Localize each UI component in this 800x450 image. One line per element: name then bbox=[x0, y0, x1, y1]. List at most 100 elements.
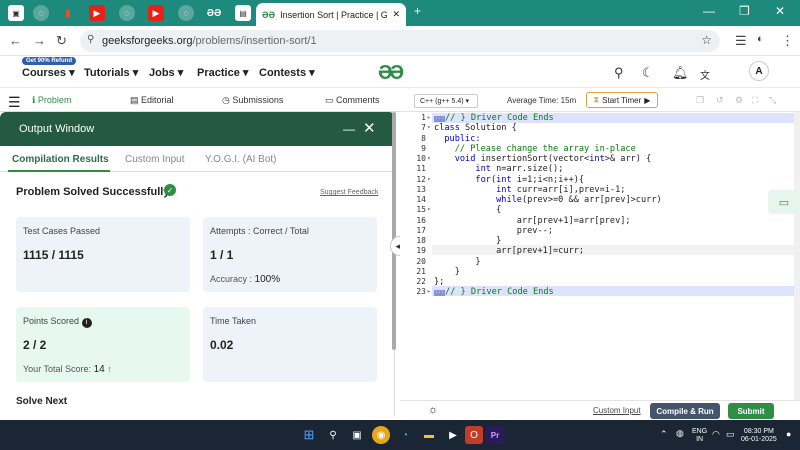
fold-arrow-icon[interactable]: ▾ bbox=[427, 206, 431, 213]
tab-problem[interactable]: ℹ Problem bbox=[32, 95, 71, 106]
search-icon[interactable]: ⚲ bbox=[614, 65, 624, 81]
maximize-window-icon[interactable]: ❐ bbox=[739, 4, 750, 18]
code-line[interactable]: for(int i=1;i<n;i++){ bbox=[434, 175, 584, 185]
tab-submissions[interactable]: ◷ Submissions bbox=[222, 95, 283, 106]
tab-icon-globe-2[interactable]: ◌ bbox=[119, 5, 135, 21]
start-timer-button[interactable]: ⧗ Start Timer ▶ bbox=[586, 92, 658, 108]
site-info-icon[interactable]: ⚲ bbox=[87, 34, 94, 45]
fold-arrow-icon[interactable]: ▸ bbox=[427, 288, 431, 295]
copy-icon[interactable]: ❐ bbox=[696, 95, 704, 106]
custom-input-link[interactable]: Custom Input bbox=[593, 406, 641, 415]
close-output-icon[interactable]: ✕ bbox=[363, 119, 376, 137]
task-view-icon[interactable]: ▣ bbox=[348, 426, 366, 444]
hamburger-menu-icon[interactable]: ☰ bbox=[8, 94, 21, 111]
suggest-feedback-link[interactable]: Suggest Feedback bbox=[320, 189, 378, 196]
info-icon[interactable]: i bbox=[81, 318, 92, 328]
active-browser-tab[interactable]: ƏƏ Insertion Sort | Practice | GeeksforG… bbox=[256, 3, 406, 26]
menu-contests[interactable]: Contests ▾ bbox=[259, 66, 315, 79]
profile-icon[interactable]: ◐ bbox=[757, 33, 764, 45]
chat-icon[interactable]: ▭ bbox=[768, 190, 800, 214]
file-explorer-icon[interactable]: ▬ bbox=[420, 426, 438, 444]
code-line[interactable]: public: bbox=[434, 134, 480, 144]
media-control-icon[interactable]: ☰ bbox=[735, 33, 747, 49]
reset-icon[interactable]: ↺ bbox=[716, 95, 724, 106]
dark-mode-icon[interactable]: ☾ bbox=[642, 65, 654, 81]
language-select[interactable]: C++ (g++ 5.4) ▾ bbox=[414, 94, 478, 108]
url-input[interactable]: ⚲ geeksforgeeks.org/problems/insertion-s… bbox=[80, 30, 720, 52]
media-player-icon[interactable]: ▶ bbox=[444, 426, 462, 444]
gfg-logo[interactable]: ƏƏ bbox=[378, 62, 404, 85]
code-line[interactable]: } bbox=[434, 257, 480, 267]
search-taskbar-icon[interactable]: ⚲ bbox=[324, 426, 342, 444]
battery-icon[interactable]: ▭ bbox=[726, 429, 735, 440]
tab-icon-gfg[interactable]: ƏƏ bbox=[206, 5, 222, 21]
tray-chevron-icon[interactable]: ⌃ bbox=[660, 429, 668, 440]
tab-icon-youtube[interactable]: ▶ bbox=[89, 5, 105, 21]
forward-icon[interactable]: → bbox=[33, 33, 46, 48]
windows-start-icon[interactable]: ⊞ bbox=[300, 426, 318, 444]
tab-compilation-results[interactable]: Compilation Results bbox=[12, 154, 109, 165]
edge-icon[interactable]: ◔ bbox=[396, 426, 414, 444]
code-editor[interactable]: 1 ▸ 7 ▾ 8 9 10 ▾ 11 12 ▾ 13 14 15 ▾ 16 17 18 19 20 21 22 23 ▸ ·… bbox=[400, 112, 800, 400]
tab-icon-youtube-2[interactable]: ▶ bbox=[148, 5, 164, 21]
fold-arrow-icon[interactable]: ▾ bbox=[427, 176, 431, 183]
language-indicator[interactable]: ENG IN bbox=[692, 428, 707, 444]
bookmark-star-icon[interactable]: ☆ bbox=[701, 33, 712, 47]
submit-button[interactable]: Submit bbox=[728, 403, 774, 419]
notification-center-icon[interactable]: ● bbox=[786, 429, 791, 439]
code-line[interactable]: ···// } Driver Code Ends bbox=[434, 287, 554, 297]
close-tab-icon[interactable]: ✕ bbox=[392, 9, 400, 20]
theme-sun-icon[interactable]: ☼ bbox=[428, 404, 438, 416]
notification-bell-icon[interactable]: 🔔︎ bbox=[672, 65, 689, 81]
tab-custom-input[interactable]: Custom Input bbox=[125, 154, 184, 165]
browser-menu-icon[interactable]: ⋮ bbox=[781, 33, 794, 49]
code-line[interactable]: ···// } Driver Code Ends bbox=[434, 113, 554, 123]
close-window-icon[interactable]: ✕ bbox=[775, 4, 785, 18]
tab-icon-doc[interactable]: ▤ bbox=[235, 5, 251, 21]
menu-practice[interactable]: Practice ▾ bbox=[197, 66, 248, 79]
office-icon[interactable]: O bbox=[465, 426, 483, 444]
code-line[interactable]: while(prev>=0 && arr[prev]>curr) bbox=[434, 195, 662, 205]
tab-icon-globe[interactable]: ◌ bbox=[33, 5, 49, 21]
minimize-output-icon[interactable]: — bbox=[343, 122, 355, 136]
code-line[interactable]: int n=arr.size(); bbox=[434, 164, 563, 174]
settings-icon[interactable]: ⚙ bbox=[735, 95, 743, 106]
refund-badge[interactable]: Get 90% Refund bbox=[22, 57, 77, 65]
compile-run-button[interactable]: Compile & Run bbox=[650, 403, 720, 419]
premiere-pro-icon[interactable]: Pr bbox=[486, 426, 504, 444]
minimize-window-icon[interactable]: — bbox=[703, 4, 715, 18]
left-panel-scrollbar[interactable] bbox=[392, 112, 396, 350]
code-line[interactable]: class Solution { bbox=[434, 123, 517, 133]
tab-icon-notifications[interactable]: ▣ bbox=[8, 5, 24, 21]
menu-courses[interactable]: Courses ▾ bbox=[22, 66, 75, 79]
tab-editorial[interactable]: ▤ Editorial bbox=[130, 95, 174, 106]
menu-jobs[interactable]: Jobs ▾ bbox=[149, 66, 183, 79]
collapse-icon[interactable]: ⤡ bbox=[769, 95, 776, 106]
code-line[interactable]: { bbox=[434, 205, 501, 215]
editor-scrollbar[interactable] bbox=[794, 112, 800, 400]
code-line[interactable]: int curr=arr[i],prev=i-1; bbox=[434, 185, 625, 195]
translate-icon[interactable]: 文 bbox=[700, 67, 710, 82]
code-line[interactable]: } bbox=[434, 267, 460, 277]
code-line[interactable]: arr[prev+1]=arr[prev]; bbox=[434, 216, 631, 226]
code-line[interactable]: arr[prev+1]=curr; bbox=[434, 246, 584, 256]
menu-tutorials[interactable]: Tutorials ▾ bbox=[84, 66, 138, 79]
code-line[interactable]: // Please change the array in-place bbox=[434, 144, 636, 154]
new-tab-button[interactable]: + bbox=[414, 4, 421, 18]
tab-comments[interactable]: ▭ Comments bbox=[325, 95, 380, 106]
fold-arrow-icon[interactable]: ▾ bbox=[427, 124, 431, 131]
system-clock[interactable]: 08:30 PM 06-01-2025 bbox=[741, 428, 777, 444]
back-icon[interactable]: ← bbox=[9, 33, 22, 48]
folded-code-marker[interactable]: ··· bbox=[434, 290, 446, 297]
code-line[interactable]: prev--; bbox=[434, 226, 553, 236]
reload-icon[interactable]: ↻ bbox=[56, 33, 67, 49]
chrome-icon[interactable]: ◉ bbox=[372, 426, 390, 444]
tab-icon-globe-3[interactable]: ◌ bbox=[178, 5, 194, 21]
tab-icon-figma[interactable]: ▮ bbox=[60, 5, 76, 21]
code-line[interactable]: } bbox=[434, 236, 501, 246]
fold-arrow-icon[interactable]: ▸ bbox=[427, 114, 431, 121]
tab-yogi-ai-bot[interactable]: Y.O.G.I. (AI Bot) bbox=[205, 154, 277, 165]
avatar[interactable]: A bbox=[749, 61, 769, 81]
wifi-icon[interactable]: ◠ bbox=[712, 429, 720, 440]
folded-code-marker[interactable]: ··· bbox=[434, 116, 446, 122]
